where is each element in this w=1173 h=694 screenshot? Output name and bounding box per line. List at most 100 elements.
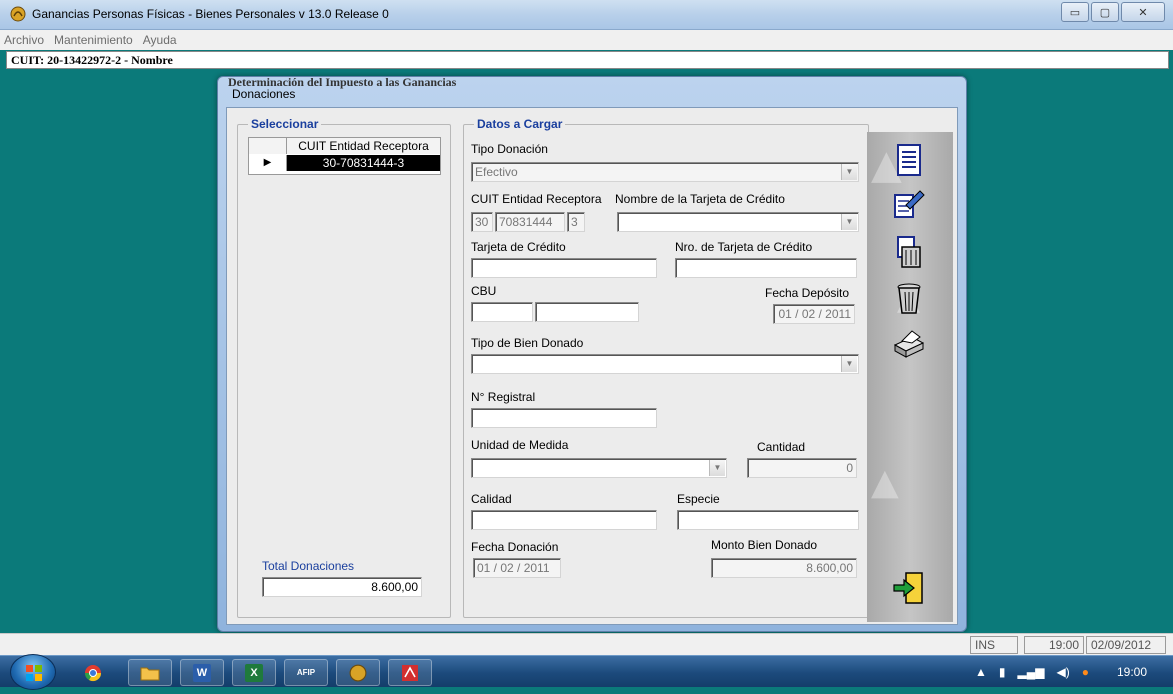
taskbar-clock[interactable]: 19:00 [1117,665,1147,679]
menu-mantenimiento[interactable]: Mantenimiento [54,33,133,47]
especie-label: Especie [677,492,720,506]
calidad-label: Calidad [471,492,512,506]
maximize-icon: ▢ [1099,6,1111,19]
tarjeta-credito-field[interactable] [471,258,657,278]
afip-icon: AFIP [296,668,316,677]
close-button[interactable]: ✕ [1121,2,1165,22]
afip-watermark: ▲ [871,462,899,503]
notification-icon[interactable]: ● [1082,665,1089,679]
tray-expand-icon[interactable]: ▲ [975,665,987,679]
tipo-donacion-value: Efectivo [475,165,518,179]
tarjeta-credito-label: Tarjeta de Crédito [471,240,566,254]
start-button[interactable] [10,654,56,690]
editar-button[interactable] [887,184,931,224]
cbu-label: CBU [471,284,497,298]
chrome-taskbar-button[interactable] [76,659,110,686]
menu-archivo[interactable]: Archivo [4,33,44,47]
menu-bar: Archivo Mantenimiento Ayuda [0,30,1173,50]
cuit-number-field[interactable]: 70831444 [495,212,565,232]
trash-icon [897,283,921,314]
app-icon [10,6,26,22]
nombre-tarjeta-select[interactable]: ▼ [617,212,859,232]
chevron-down-icon[interactable]: ▼ [709,460,725,476]
datos-legend: Datos a Cargar [474,117,566,131]
excel-icon: X [245,663,263,682]
taskbar: W X AFIP ▲ ▮ ▂▄▆ ◀) ● 19:00 [0,654,1173,690]
total-donaciones-label: Total Donaciones [262,559,355,573]
donaciones-dialog: Determinación del Impuesto a las Gananci… [217,75,967,632]
unidad-medida-label: Unidad de Medida [471,438,569,452]
main-title-bar: Ganancias Personas Físicas - Bienes Pers… [0,0,1173,30]
cbu-field-1[interactable] [471,302,533,322]
menu-ayuda[interactable]: Ayuda [143,33,177,47]
monto-bien-label: Monto Bien Donado [711,538,818,552]
exit-door-icon [893,572,923,604]
especie-field[interactable] [677,510,859,530]
action-toolbar: ▲ ▲ ▲ [867,132,953,622]
nombre-tarjeta-label: Nombre de la Tarjeta de Crédito [615,192,785,206]
grid-header: CUIT Entidad Receptora [249,138,440,154]
chrome-icon [84,664,102,681]
maximize-button[interactable]: ▢ [1091,2,1119,22]
eliminar-button[interactable] [887,278,931,318]
cantidad-label: Cantidad [757,440,806,454]
document-list-icon [897,144,921,176]
nro-registral-label: N° Registral [471,390,536,404]
printer-icon [893,330,925,358]
listado-button[interactable] [887,140,931,180]
seleccionar-legend: Seleccionar [248,117,322,131]
ganancias-app-icon [349,664,367,681]
chevron-down-icon[interactable]: ▼ [841,356,857,372]
status-time: 19:00 [1024,636,1084,654]
cuit-header: CUIT: 20-13422972-2 - Nombre [6,51,1169,69]
window-controls: ▭ ▢ ✕ [1059,2,1165,22]
battery-icon[interactable]: ▮ [999,665,1006,679]
imprimir-button[interactable] [887,324,931,364]
ganancias-taskbar-button[interactable] [336,659,380,686]
tipo-donacion-label: Tipo Donación [471,142,548,156]
unidad-medida-select[interactable]: ▼ [471,458,727,478]
signal-icon[interactable]: ▂▄▆ [1018,665,1045,679]
nro-registral-field[interactable] [471,408,657,428]
nro-tarjeta-field[interactable] [675,258,857,278]
monto-bien-field[interactable]: 8.600,00 [711,558,857,578]
chevron-down-icon[interactable]: ▼ [841,164,857,180]
system-tray: ▲ ▮ ▂▄▆ ◀) ● 19:00 [963,656,1165,688]
fecha-deposito-field[interactable]: 01 / 02 / 2011 [773,304,855,324]
minimize-button[interactable]: ▭ [1061,2,1089,22]
folder-icon [140,667,160,680]
total-donaciones-field: 8.600,00 [262,577,422,597]
cuit-entidad-label: CUIT Entidad Receptora [471,192,602,206]
cuit-check-field[interactable]: 3 [567,212,585,232]
word-icon: W [193,663,211,682]
excel-taskbar-button[interactable]: X [232,659,276,686]
cantidad-field[interactable]: 0 [747,458,857,478]
seleccionar-group: Seleccionar CUIT Entidad Receptora ▶ 30-… [237,117,451,618]
dialog-client-area: Seleccionar CUIT Entidad Receptora ▶ 30-… [226,107,958,625]
status-bar: INS 19:00 02/09/2012 [0,633,1173,655]
tipo-donacion-select[interactable]: Efectivo ▼ [471,162,859,182]
volume-icon[interactable]: ◀) [1056,665,1069,679]
afip-taskbar-button[interactable]: AFIP [284,659,328,686]
word-taskbar-button[interactable]: W [180,659,224,686]
tipo-bien-select[interactable]: ▼ [471,354,859,374]
chevron-down-icon[interactable]: ▼ [841,214,857,230]
table-row[interactable]: ▶ 30-70831444-3 [249,155,440,171]
close-icon: ✕ [1138,6,1148,19]
nro-tarjeta-label: Nro. de Tarjeta de Crédito [675,240,813,254]
grid-cell-cuit[interactable]: 30-70831444-3 [287,155,440,171]
cbu-field-2[interactable] [535,302,639,322]
explorer-taskbar-button[interactable] [128,659,172,686]
cuit-prefix-field[interactable]: 30 [471,212,493,232]
fecha-donacion-label: Fecha Donación [471,540,559,554]
borrar-registro-button[interactable] [887,232,931,272]
row-pointer-icon: ▶ [249,155,287,171]
fecha-donacion-field[interactable]: 01 / 02 / 2011 [473,558,561,578]
salir-button[interactable] [887,568,931,608]
pdf-icon [402,664,418,681]
calidad-field[interactable] [471,510,657,530]
grid-column-cuit[interactable]: CUIT Entidad Receptora [287,138,440,154]
fecha-deposito-label: Fecha Depósito [765,286,850,300]
pdf-taskbar-button[interactable] [388,659,432,686]
minimize-icon: ▭ [1069,6,1081,19]
